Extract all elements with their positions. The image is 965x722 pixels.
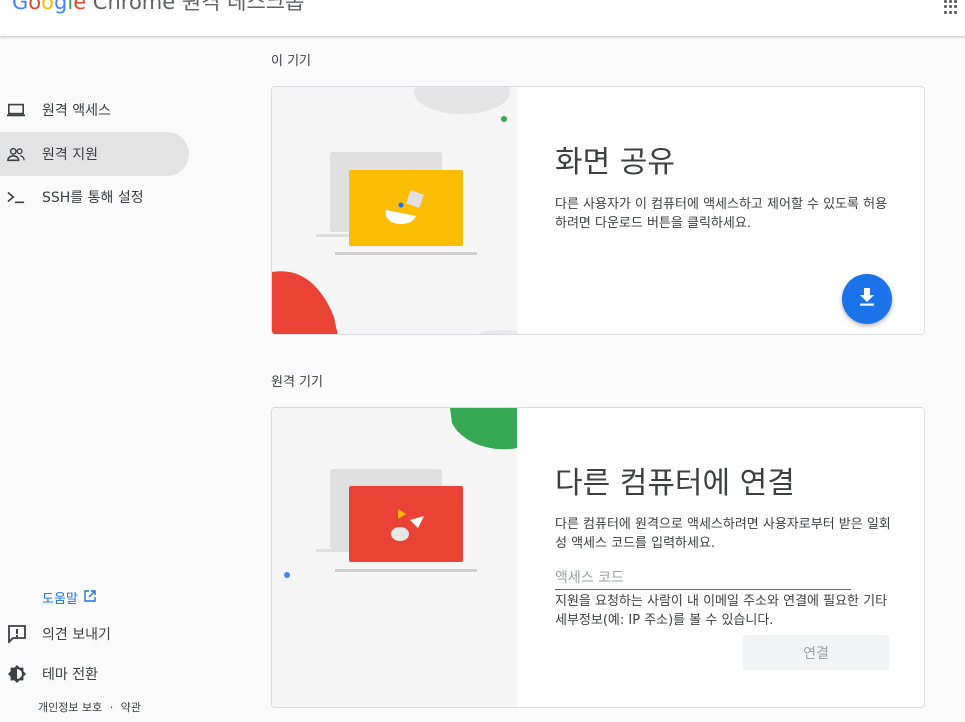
logo-letter: e (73, 0, 87, 14)
logo-letter: o (41, 0, 54, 14)
section-title-remote-device: 원격 기기 (271, 375, 323, 390)
theme-toggle-button[interactable]: 테마 전환 (0, 659, 98, 689)
sidebar-item-ssh-setup[interactable]: SSH를 통해 설정 (0, 175, 189, 219)
logo-letter: g (54, 0, 68, 14)
logo-letter: G (12, 0, 29, 14)
theme-icon (8, 665, 26, 683)
sidebar-item-remote-support[interactable]: 원격 지원 (0, 132, 189, 176)
help-label: 도움말 (42, 592, 78, 607)
download-button[interactable] (842, 274, 892, 324)
sidebar-item-label: SSH를 통해 설정 (42, 190, 144, 206)
send-feedback-button[interactable]: 의견 보내기 (0, 619, 111, 649)
sidebar-item-label: 원격 액세스 (42, 103, 111, 119)
connect-illustration (272, 408, 517, 707)
card-description: 다른 사용자가 이 컴퓨터에 액세스하고 제어할 수 있도록 허용하려면 다운로… (555, 197, 888, 231)
download-icon (859, 288, 875, 310)
apps-grid-icon[interactable] (944, 0, 958, 14)
open-in-new-icon (84, 589, 96, 606)
access-code-input[interactable] (555, 566, 851, 590)
privacy-link[interactable]: 개인정보 보호 (38, 701, 102, 714)
theme-label: 테마 전환 (42, 667, 98, 683)
share-screen-card: 화면 공유 다른 사용자가 이 컴퓨터에 액세스하고 제어할 수 있도록 허용하… (271, 86, 925, 335)
product-name: Chrome 원격 데스크톱 (92, 0, 305, 14)
sidebar-item-remote-access[interactable]: 원격 액세스 (0, 88, 189, 132)
connect-button[interactable]: 연결 (743, 635, 889, 670)
card-description: 다른 컴퓨터에 원격으로 액세스하려면 사용자로부터 받은 일회성 액세스 코드… (555, 517, 891, 551)
help-link[interactable]: 도움말 (42, 588, 96, 607)
app-logo[interactable]: Google Chrome 원격 데스크톱 (12, 0, 304, 14)
section-title-this-device: 이 기기 (271, 54, 312, 69)
feedback-icon (8, 625, 26, 643)
laptop-icon (7, 101, 25, 119)
logo-letter: o (28, 0, 42, 14)
footer-separator: · (109, 701, 114, 714)
people-icon (7, 145, 25, 163)
footer-links: 개인정보 보호 · 약관 (38, 699, 141, 715)
top-bar: Google Chrome 원격 데스크톱 (0, 0, 965, 36)
terminal-icon (7, 188, 25, 206)
sidebar-item-label: 원격 지원 (42, 147, 98, 163)
share-screen-illustration (272, 87, 517, 334)
card-title: 화면 공유 (555, 145, 675, 180)
feedback-label: 의견 보내기 (42, 627, 111, 643)
connect-card: 다른 컴퓨터에 연결 다른 컴퓨터에 원격으로 액세스하려면 사용자로부터 받은… (271, 407, 925, 708)
privacy-helper-text: 지원을 요청하는 사람이 내 이메일 주소와 연결에 필요한 기타 세부정보(예… (555, 594, 888, 628)
card-title: 다른 컴퓨터에 연결 (555, 466, 795, 501)
terms-link[interactable]: 약관 (121, 701, 141, 714)
